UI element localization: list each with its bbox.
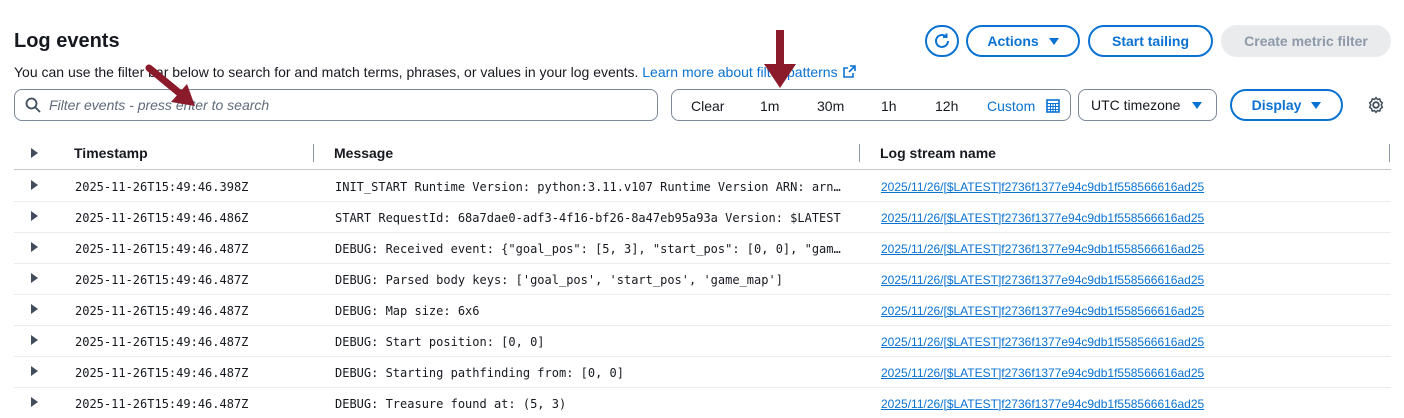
display-label: Display bbox=[1251, 97, 1302, 113]
table-row[interactable]: 2025-11-26T15:49:46.487Z DEBUG: Treasure … bbox=[14, 388, 1391, 418]
annotation-arrow-search bbox=[145, 64, 195, 106]
timezone-select[interactable]: UTC timezone bbox=[1078, 89, 1217, 121]
row-timestamp: 2025-11-26T15:49:46.487Z bbox=[75, 304, 249, 318]
table-row[interactable]: 2025-11-26T15:49:46.487Z DEBUG: Starting … bbox=[14, 357, 1391, 388]
description-text: You can use the filter bar below to sear… bbox=[14, 64, 639, 80]
external-link-icon bbox=[842, 65, 856, 78]
row-timestamp: 2025-11-26T15:49:46.487Z bbox=[75, 273, 249, 287]
expand-row-icon[interactable] bbox=[31, 273, 38, 283]
learn-more-label: Learn more about filter patterns bbox=[642, 64, 838, 80]
row-message: DEBUG: Starting pathfinding from: [0, 0] bbox=[335, 366, 624, 380]
row-log-stream-link[interactable]: 2025/11/26/[$LATEST]f2736f1377e94c9db1f5… bbox=[881, 304, 1204, 318]
column-timestamp[interactable]: Timestamp bbox=[74, 145, 148, 161]
table-row[interactable]: 2025-11-26T15:49:46.487Z DEBUG: Parsed bo… bbox=[14, 264, 1391, 295]
row-log-stream-link[interactable]: 2025/11/26/[$LATEST]f2736f1377e94c9db1f5… bbox=[881, 273, 1204, 287]
table-row[interactable]: 2025-11-26T15:49:46.487Z DEBUG: Start pos… bbox=[14, 326, 1391, 357]
row-log-stream-link[interactable]: 2025/11/26/[$LATEST]f2736f1377e94c9db1f5… bbox=[881, 180, 1204, 194]
calendar-icon[interactable] bbox=[1046, 99, 1060, 113]
column-divider[interactable] bbox=[313, 144, 314, 162]
actions-label: Actions bbox=[987, 33, 1039, 49]
display-button[interactable]: Display bbox=[1230, 89, 1343, 121]
expand-row-icon[interactable] bbox=[31, 180, 38, 190]
filter-events-input[interactable] bbox=[49, 97, 629, 113]
row-timestamp: 2025-11-26T15:49:46.487Z bbox=[75, 242, 249, 256]
row-message: INIT_START Runtime Version: python:3.11.… bbox=[335, 180, 843, 194]
table-row[interactable]: 2025-11-26T15:49:46.487Z DEBUG: Map size:… bbox=[14, 295, 1391, 326]
range-1h[interactable]: 1h bbox=[881, 98, 897, 114]
row-log-stream-link[interactable]: 2025/11/26/[$LATEST]f2736f1377e94c9db1f5… bbox=[881, 397, 1204, 411]
refresh-icon bbox=[935, 33, 949, 48]
row-message: DEBUG: Parsed body keys: ['goal_pos', 's… bbox=[335, 273, 783, 287]
row-message: DEBUG: Map size: 6x6 bbox=[335, 304, 480, 318]
annotation-arrow-range bbox=[764, 30, 796, 88]
row-timestamp: 2025-11-26T15:49:46.487Z bbox=[75, 335, 249, 349]
caret-down-icon bbox=[1192, 102, 1202, 109]
start-tailing-label: Start tailing bbox=[1111, 33, 1189, 49]
learn-more-link[interactable]: Learn more about filter patterns bbox=[642, 64, 856, 80]
table-row[interactable]: 2025-11-26T15:49:46.486Z START RequestId:… bbox=[14, 202, 1391, 233]
create-metric-filter-button[interactable]: Create metric filter bbox=[1221, 25, 1391, 57]
range-30m[interactable]: 30m bbox=[817, 98, 844, 114]
range-12h[interactable]: 12h bbox=[935, 98, 958, 114]
row-message: DEBUG: Received event: {"goal_pos": [5, … bbox=[335, 242, 843, 256]
caret-down-icon bbox=[1048, 37, 1059, 45]
search-icon bbox=[25, 97, 41, 113]
timezone-value: UTC timezone bbox=[1091, 97, 1181, 113]
column-message[interactable]: Message bbox=[334, 145, 393, 161]
expand-row-icon[interactable] bbox=[31, 304, 38, 314]
table-row[interactable]: 2025-11-26T15:49:46.487Z DEBUG: Received … bbox=[14, 233, 1391, 264]
table-header: Timestamp Message Log stream name bbox=[14, 136, 1391, 170]
table-row[interactable]: 2025-11-26T15:49:46.398Z INIT_START Runti… bbox=[14, 171, 1391, 202]
column-log-stream-name[interactable]: Log stream name bbox=[880, 145, 996, 161]
row-log-stream-link[interactable]: 2025/11/26/[$LATEST]f2736f1377e94c9db1f5… bbox=[881, 366, 1204, 380]
column-divider[interactable] bbox=[859, 144, 860, 162]
range-1m[interactable]: 1m bbox=[760, 98, 779, 114]
range-custom[interactable]: Custom bbox=[987, 98, 1035, 114]
actions-button[interactable]: Actions bbox=[966, 25, 1080, 57]
refresh-button[interactable] bbox=[925, 25, 959, 57]
row-message: DEBUG: Treasure found at: (5, 3) bbox=[335, 397, 567, 411]
row-timestamp: 2025-11-26T15:49:46.487Z bbox=[75, 397, 249, 411]
row-log-stream-link[interactable]: 2025/11/26/[$LATEST]f2736f1377e94c9db1f5… bbox=[881, 335, 1204, 349]
expand-row-icon[interactable] bbox=[31, 242, 38, 252]
page-title: Log events bbox=[14, 30, 120, 52]
row-message: DEBUG: Start position: [0, 0] bbox=[335, 335, 545, 349]
expand-row-icon[interactable] bbox=[31, 335, 38, 345]
row-timestamp: 2025-11-26T15:49:46.487Z bbox=[75, 366, 249, 380]
time-range-selector[interactable]: Clear 1m 30m 1h 12h Custom bbox=[671, 89, 1071, 121]
start-tailing-button[interactable]: Start tailing bbox=[1088, 25, 1213, 57]
row-log-stream-link[interactable]: 2025/11/26/[$LATEST]f2736f1377e94c9db1f5… bbox=[881, 242, 1204, 256]
create-metric-filter-label: Create metric filter bbox=[1244, 33, 1368, 49]
expand-all-icon[interactable] bbox=[31, 148, 38, 158]
gear-icon[interactable] bbox=[1367, 96, 1385, 114]
expand-row-icon[interactable] bbox=[31, 366, 38, 376]
caret-down-icon bbox=[1311, 101, 1322, 109]
column-divider[interactable] bbox=[1389, 144, 1390, 162]
row-timestamp: 2025-11-26T15:49:46.486Z bbox=[75, 211, 249, 225]
row-log-stream-link[interactable]: 2025/11/26/[$LATEST]f2736f1377e94c9db1f5… bbox=[881, 211, 1204, 225]
row-timestamp: 2025-11-26T15:49:46.398Z bbox=[75, 180, 249, 194]
row-message: START RequestId: 68a7dae0-adf3-4f16-bf26… bbox=[335, 211, 841, 225]
page-description: You can use the filter bar below to sear… bbox=[14, 64, 856, 80]
expand-row-icon[interactable] bbox=[31, 211, 38, 221]
filter-search-box[interactable] bbox=[14, 89, 658, 121]
clear-range-button[interactable]: Clear bbox=[691, 98, 724, 114]
expand-row-icon[interactable] bbox=[31, 397, 38, 407]
